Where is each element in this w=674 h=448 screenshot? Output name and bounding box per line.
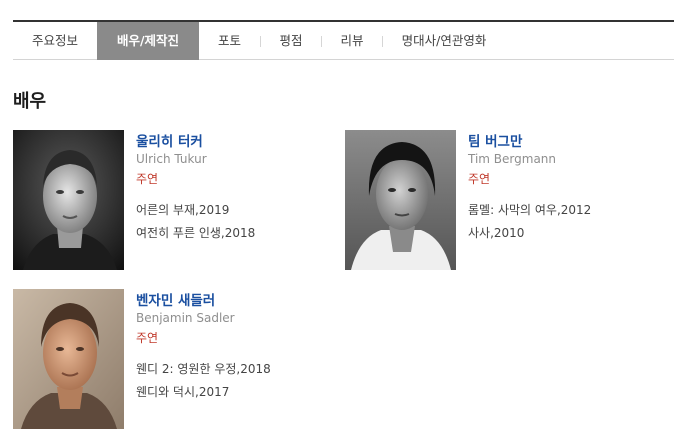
person-english-name: Benjamin Sadler [136, 311, 235, 325]
person-card: 울리히 터커 Ulrich Tukur 주연 어른의 부재,2019 여전히 푸… [13, 130, 313, 270]
person-english-name: Ulrich Tukur [136, 152, 207, 166]
section-title: 배우 [13, 91, 47, 112]
person-role: 주연 [136, 331, 159, 345]
tab-rating[interactable]: 평점 [261, 22, 321, 60]
person-english-name: Tim Bergmann [468, 152, 557, 166]
tab-quotes-related[interactable]: 명대사/연관영화 [383, 22, 505, 60]
filmography-item[interactable]: 웬디와 덕시,2017 [136, 383, 229, 400]
tab-bar: 주요정보 배우/제작진 포토 평점 리뷰 명대사/연관영화 [13, 20, 674, 60]
person-role: 주연 [468, 172, 491, 186]
filmography-item[interactable]: 롬멜: 사막의 여우,2012 [468, 201, 591, 218]
filmography-item[interactable]: 여전히 푸른 인생,2018 [136, 224, 255, 241]
person-photo[interactable] [345, 130, 456, 270]
person-photo[interactable] [13, 289, 124, 429]
tab-main-info[interactable]: 주요정보 [13, 22, 97, 60]
filmography-item[interactable]: 사사,2010 [468, 224, 524, 241]
person-card: 벤자민 새들러 Benjamin Sadler 주연 웬디 2: 영원한 우정,… [13, 289, 313, 429]
tab-photo[interactable]: 포토 [199, 22, 260, 60]
tab-cast-crew[interactable]: 배우/제작진 [97, 22, 199, 60]
filmography-item[interactable]: 어른의 부재,2019 [136, 201, 229, 218]
person-korean-name[interactable]: 울리히 터커 [136, 130, 203, 150]
person-korean-name[interactable]: 팀 버그만 [468, 130, 522, 150]
person-korean-name[interactable]: 벤자민 새들러 [136, 289, 215, 309]
person-role: 주연 [136, 172, 159, 186]
person-photo[interactable] [13, 130, 124, 270]
tab-review[interactable]: 리뷰 [322, 22, 382, 60]
person-card: 팀 버그만 Tim Bergmann 주연 롬멜: 사막의 여우,2012 사사… [345, 130, 645, 270]
filmography-item[interactable]: 웬디 2: 영원한 우정,2018 [136, 360, 271, 377]
